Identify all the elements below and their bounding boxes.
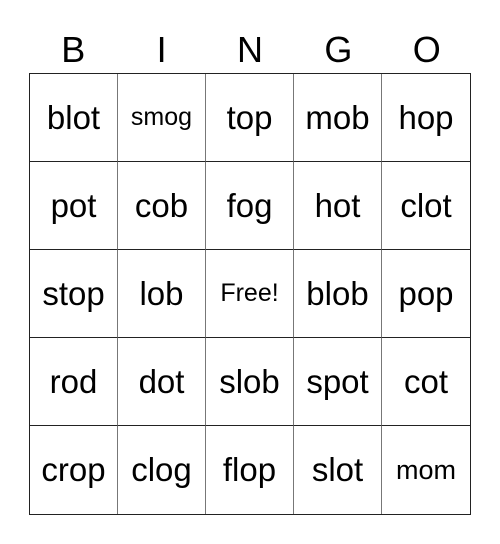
bingo-cell[interactable]: slob [206,338,294,426]
bingo-header: B I N G O [29,28,471,72]
bingo-cell[interactable]: spot [294,338,382,426]
bingo-cell[interactable]: smog [118,74,206,162]
bingo-cell[interactable]: crop [30,426,118,514]
header-letter-i: I [156,29,167,70]
bingo-cell[interactable]: pop [382,250,470,338]
bingo-cell[interactable]: hop [382,74,470,162]
header-letter-g: G [324,29,353,70]
header-letter-n: N [236,29,263,70]
bingo-cell[interactable]: mob [294,74,382,162]
header-letter-o: O [412,29,441,70]
bingo-cell[interactable]: dot [118,338,206,426]
bingo-cell[interactable]: top [206,74,294,162]
bingo-cell[interactable]: rod [30,338,118,426]
bingo-cell[interactable]: stop [30,250,118,338]
bingo-cell[interactable]: mom [382,426,470,514]
bingo-cell[interactable]: clog [118,426,206,514]
bingo-cell[interactable]: pot [30,162,118,250]
bingo-cell[interactable]: cob [118,162,206,250]
free-space-cell[interactable]: Free! [206,250,294,338]
bingo-cell[interactable]: cot [382,338,470,426]
bingo-cell[interactable]: lob [118,250,206,338]
bingo-cell[interactable]: fog [206,162,294,250]
header-letter-b: B [61,29,86,70]
bingo-cell[interactable]: clot [382,162,470,250]
bingo-grid: blot smog top mob hop pot cob fog hot clot stop lob… [29,73,471,515]
bingo-cell[interactable]: blob [294,250,382,338]
bingo-cell[interactable]: hot [294,162,382,250]
bingo-cell[interactable]: blot [30,74,118,162]
bingo-cell[interactable]: flop [206,426,294,514]
bingo-cell[interactable]: slot [294,426,382,514]
